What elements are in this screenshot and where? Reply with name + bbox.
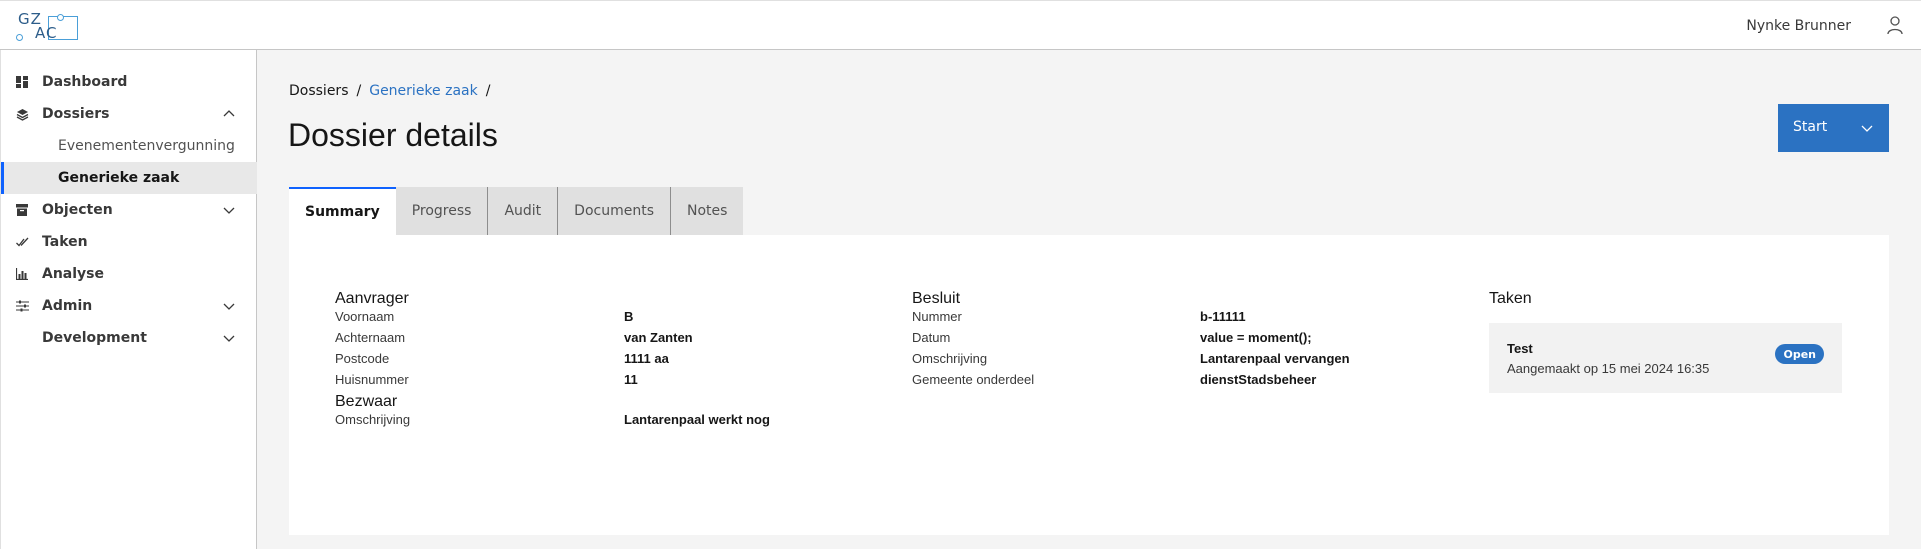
field-value: B <box>624 309 634 324</box>
sidebar-item-label: Analyse <box>42 266 105 282</box>
sidebar-item-label: Objecten <box>42 202 113 218</box>
sidebar-item-objecten[interactable]: Objecten <box>1 194 257 226</box>
tab-progress[interactable]: Progress <box>395 187 489 235</box>
chevron-down-icon[interactable] <box>223 204 235 216</box>
chevron-down-icon[interactable] <box>223 300 235 312</box>
user-icon[interactable] <box>1885 15 1905 35</box>
field-label: Datum <box>912 330 951 345</box>
field-value: value = moment(); <box>1200 330 1312 345</box>
field-value: Lantarenpaal vervangen <box>1200 351 1350 366</box>
chevron-down-icon[interactable] <box>223 332 235 344</box>
breadcrumb: Dossiers / Generieke zaak / <box>289 83 498 99</box>
sidebar-item-label: Development <box>42 330 147 346</box>
chevron-up-icon[interactable] <box>223 108 235 120</box>
breadcrumb-root[interactable]: Dossiers <box>289 83 349 99</box>
start-button-label: Start <box>1793 119 1828 135</box>
breadcrumb-separator: / <box>485 83 491 99</box>
field-label: Voornaam <box>335 309 395 324</box>
bar-chart-icon <box>15 267 29 281</box>
sidebar-item-development[interactable]: Development <box>1 322 257 354</box>
logo-dot-top <box>57 14 64 21</box>
sidebar-item-analyse[interactable]: Analyse <box>1 258 257 290</box>
field-label: Achternaam <box>335 330 406 345</box>
sidebar-item-dossiers[interactable]: Dossiers <box>1 98 257 130</box>
sidebar-item-admin[interactable]: Admin <box>1 290 257 322</box>
field-value: b-11111 <box>1200 309 1246 324</box>
field-value: dienstStadsbeheer <box>1200 372 1317 387</box>
section-title-aanvrager: Aanvrager <box>335 290 409 307</box>
archive-icon <box>15 203 29 217</box>
status-badge: Open <box>1775 344 1824 364</box>
field-value: 1111 aa <box>624 351 669 366</box>
tab-list: Summary Progress Audit Documents Notes <box>289 187 744 235</box>
sidebar-item-label: Dossiers <box>42 106 110 122</box>
sidebar-item-dashboard[interactable]: Dashboard <box>1 66 257 98</box>
sidebar-item-label: Dashboard <box>42 74 128 90</box>
task-card[interactable]: Test Aangemaakt op 15 mei 2024 16:35 Ope… <box>1489 323 1842 393</box>
logo-dot-bottom <box>16 34 23 41</box>
field-label: Postcode <box>335 351 390 366</box>
chevron-down-icon[interactable] <box>1861 122 1873 134</box>
page-title: Dossier details <box>288 117 498 153</box>
field-label: Huisnummer <box>335 372 409 387</box>
checkmark-icon <box>15 235 29 249</box>
sidebar-item-generieke-zaak[interactable]: Generieke zaak <box>1 162 257 194</box>
field-value: Lantarenpaal werkt nog <box>624 412 770 427</box>
task-name: Test <box>1507 341 1533 356</box>
tab-summary[interactable]: Summary <box>289 187 396 235</box>
summary-panel: Aanvrager Voornaam B Achternaam van Zant… <box>289 235 1889 535</box>
field-label: Gemeente onderdeel <box>912 372 1035 387</box>
task-created: Aangemaakt op 15 mei 2024 16:35 <box>1507 361 1710 376</box>
settings-adjust-icon <box>15 299 29 313</box>
dashboard-icon <box>15 75 29 89</box>
sidebar-item-evenementenvergunning[interactable]: Evenementenvergunning <box>1 130 257 162</box>
app-logo[interactable]: GZ AC <box>16 10 80 42</box>
sidebar-item-label: Taken <box>42 234 88 250</box>
start-button[interactable]: Start <box>1778 104 1889 152</box>
sidebar-item-label: Generieke zaak <box>58 170 180 186</box>
user-name[interactable]: Nynke Brunner <box>1746 18 1851 34</box>
field-label: Omschrijving <box>335 412 411 427</box>
breadcrumb-link[interactable]: Generieke zaak <box>369 83 478 99</box>
sidebar-item-label: Evenementenvergunning <box>58 138 235 154</box>
tab-documents[interactable]: Documents <box>558 187 671 235</box>
tab-notes[interactable]: Notes <box>671 187 744 235</box>
section-title-besluit: Besluit <box>912 290 961 307</box>
app-header: GZ AC Nynke Brunner <box>0 0 1921 50</box>
logo-text-bottom: AC <box>35 24 58 42</box>
section-title-taken: Taken <box>1489 290 1532 307</box>
sidebar-item-taken[interactable]: Taken <box>1 226 257 258</box>
field-value: van Zanten <box>624 330 693 345</box>
field-value: 11 <box>624 372 638 387</box>
layers-icon <box>15 107 29 121</box>
field-label: Nummer <box>912 309 962 324</box>
sidebar-nav: Dashboard Dossiers Evenementenvergunning… <box>0 50 257 549</box>
section-title-bezwaar: Bezwaar <box>335 393 398 410</box>
field-label: Omschrijving <box>912 351 988 366</box>
sidebar-item-label: Admin <box>42 298 93 314</box>
tab-audit[interactable]: Audit <box>488 187 559 235</box>
breadcrumb-separator: / <box>356 83 362 99</box>
